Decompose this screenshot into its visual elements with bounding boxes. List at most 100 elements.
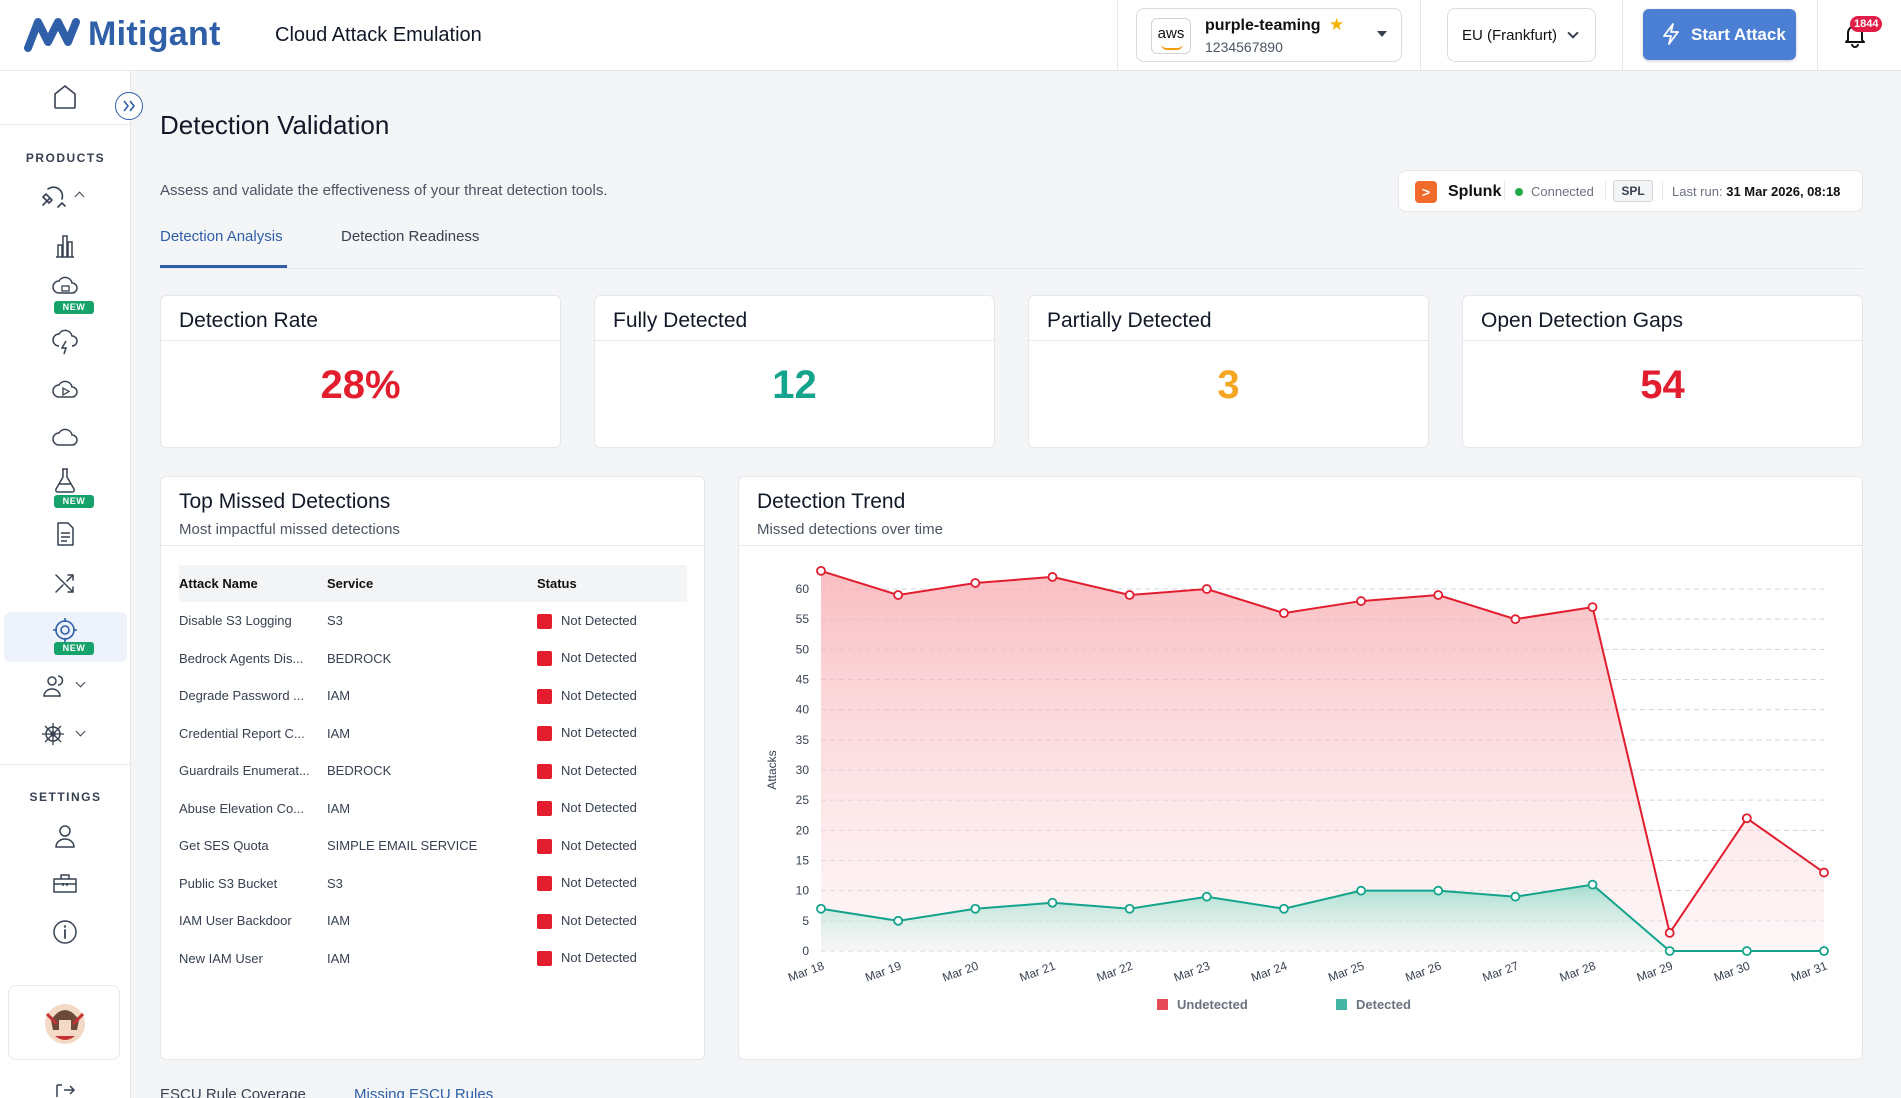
table-row[interactable]: Guardrails Enumerat... BEDROCK Not Detecte… (179, 752, 687, 790)
data-point (1510, 614, 1521, 625)
status-indicator (537, 726, 552, 742)
divider (1420, 0, 1421, 71)
data-point (1819, 867, 1829, 878)
detection-trend-chart: 0 5 10 15 20 25 30 35 40 45 50 55 60 Attacks Mar 18 Mar… (765, 565, 1829, 1012)
service: BEDROCK (327, 763, 392, 779)
service: IAM (327, 725, 351, 741)
helm-icon[interactable] (40, 721, 66, 747)
column-header[interactable]: Service (327, 565, 537, 602)
account-selector[interactable]: aws purple-teaming ★ 1234567890 (1136, 8, 1402, 62)
star-icon[interactable]: ★ (1329, 15, 1344, 35)
column-header[interactable]: Attack Name (179, 565, 327, 602)
tab-detection-readiness[interactable]: Detection Readiness (341, 228, 479, 245)
legend-label: Undetected (1177, 997, 1248, 1012)
users-icon[interactable] (41, 673, 67, 699)
status-indicator (537, 613, 552, 629)
card-title: Detection Trend (757, 490, 906, 513)
x-tick-label: Mar 22 (1095, 959, 1135, 985)
data-point (1587, 602, 1598, 612)
attack-name: Degrade Password ... (179, 688, 305, 704)
table-row[interactable]: Credential Report C... IAM Not Detected (179, 715, 687, 753)
data-point (1664, 927, 1675, 938)
attack-name: Disable S3 Logging (179, 613, 292, 629)
logo[interactable]: Mitigant (24, 14, 221, 54)
top-missed-detections-card: Top Missed Detections Most impactful mis… (160, 476, 705, 1060)
column-header[interactable]: Status (537, 565, 687, 602)
status: Not Detected (537, 790, 687, 828)
tab-missing-escu-rules[interactable]: Missing ESCU Rules (354, 1086, 493, 1098)
separator (1662, 181, 1663, 201)
table-row[interactable]: Public S3 Bucket S3 Not Detected (179, 865, 687, 903)
last-run: Last run: 31 Mar 2026, 08:18 (1672, 184, 1841, 199)
info-icon[interactable] (52, 919, 78, 945)
data-point (1356, 596, 1366, 606)
service: S3 (327, 613, 343, 629)
status: Not Detected (537, 865, 687, 903)
kpi-label: Fully Detected (595, 296, 994, 341)
data-point (1819, 946, 1829, 956)
region-selector[interactable]: EU (Frankfurt) (1447, 8, 1596, 62)
table-row[interactable]: Disable S3 Logging S3 Not Detected (179, 602, 687, 640)
chart-icon[interactable] (53, 233, 77, 259)
shuffle-icon[interactable] (53, 571, 77, 595)
cloud-play-icon[interactable] (51, 378, 79, 402)
tab-detection-analysis[interactable]: Detection Analysis (160, 228, 283, 245)
data-point (1201, 891, 1212, 902)
cloud-lock-icon[interactable] (51, 274, 79, 298)
cloud-icon[interactable] (51, 426, 79, 450)
query-language-badge: SPL (1613, 180, 1653, 202)
legend-label: Detected (1356, 997, 1411, 1012)
target-icon[interactable] (52, 617, 78, 643)
logo-text: Mitigant (88, 14, 221, 53)
toolbox-icon[interactable] (52, 871, 78, 895)
y-tick-label: 50 (796, 642, 810, 656)
status: Not Detected (537, 827, 687, 865)
integration-status: > Splunk Connected SPL Last run: 31 Mar … (1398, 170, 1863, 212)
start-attack-button[interactable]: Start Attack (1643, 9, 1796, 60)
kpi-fully-detected: Fully Detected 12 (594, 295, 995, 448)
x-tick-label: Mar 25 (1326, 959, 1366, 985)
tab-escu-rule-coverage[interactable]: ESCU Rule Coverage (160, 1086, 306, 1098)
legend-swatch (1336, 999, 1347, 1010)
table-row[interactable]: Get SES Quota SIMPLE EMAIL SERVICE Not Det… (179, 827, 687, 865)
data-point (893, 915, 904, 926)
table-row[interactable]: New IAM User IAM Not Detected (179, 940, 687, 978)
table-row[interactable]: Bedrock Agents Dis... BEDROCK Not Detected (179, 640, 687, 678)
data-point (1741, 813, 1752, 824)
y-tick-label: 20 (796, 823, 810, 837)
cloud-bolt-icon[interactable] (51, 328, 79, 356)
flask-icon[interactable] (53, 467, 77, 493)
table-row[interactable]: Degrade Password ... IAM Not Detected (179, 677, 687, 715)
data-point (1279, 608, 1289, 619)
data-point (1433, 590, 1444, 600)
service: IAM (327, 688, 351, 704)
kpi-value: 12 (772, 363, 817, 407)
chevron-up-icon[interactable] (74, 191, 85, 202)
document-icon[interactable] (53, 521, 77, 547)
attack-name: Bedrock Agents Dis... (179, 650, 304, 666)
status: Not Detected (537, 752, 687, 790)
y-tick-label: 35 (796, 733, 810, 747)
kpi-value: 3 (1217, 363, 1240, 407)
attack-icon[interactable] (40, 185, 68, 211)
spartan-avatar-icon (45, 1004, 85, 1044)
y-tick-label: 55 (796, 612, 810, 626)
table-row[interactable]: Abuse Elevation Co... IAM Not Detected (179, 790, 687, 828)
x-tick-label: Mar 23 (1172, 959, 1212, 985)
chevron-down-icon[interactable] (75, 726, 86, 737)
home-icon[interactable] (51, 83, 79, 111)
table-row[interactable]: IAM User Backdoor IAM Not Detected (179, 902, 687, 940)
kpi-label: Open Detection Gaps (1463, 296, 1862, 341)
service: S3 (327, 875, 343, 891)
data-point (1356, 885, 1366, 896)
user-icon[interactable] (53, 823, 77, 849)
expand-sidebar-button[interactable] (115, 92, 143, 120)
status-indicator (537, 951, 552, 967)
x-tick-label: Mar 24 (1249, 959, 1289, 985)
data-point (1047, 897, 1058, 908)
attack-name: New IAM User (179, 950, 263, 966)
avatar[interactable] (8, 985, 120, 1060)
y-tick-label: 30 (796, 763, 810, 777)
logout-icon[interactable] (54, 1083, 76, 1097)
chevron-down-icon[interactable] (75, 677, 86, 688)
